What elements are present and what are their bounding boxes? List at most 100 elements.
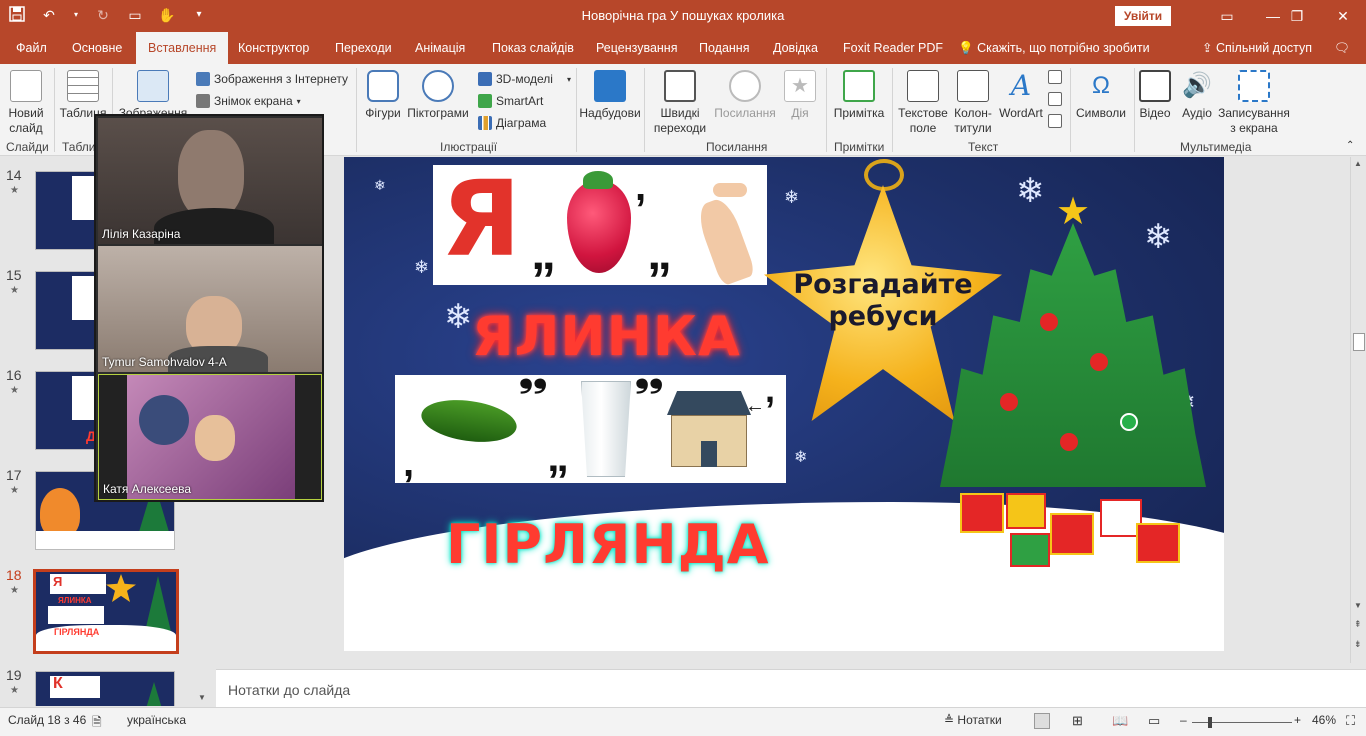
language-indicator[interactable]: українська xyxy=(127,713,186,727)
slide-counter: Слайд 18 з 46 xyxy=(8,713,87,727)
tab-transitions[interactable]: Переходи xyxy=(323,32,404,64)
scroll-down-icon-right[interactable]: ▼ xyxy=(1354,601,1362,610)
participant-video-3[interactable]: Катя Алексеева xyxy=(98,374,322,500)
tab-insert[interactable]: Вставлення xyxy=(136,32,229,64)
close-button[interactable]: ✕ xyxy=(1320,0,1366,32)
rebus-comma-top-right: , xyxy=(765,369,776,410)
slide-17-star-icon: ★ xyxy=(10,485,19,496)
collapse-ribbon-icon[interactable]: ⌃ xyxy=(1346,140,1354,151)
screenshot-button[interactable]: Знімок екрана ▾ xyxy=(196,94,301,108)
tab-home[interactable]: Основне xyxy=(60,32,134,64)
action-label: Дія xyxy=(791,106,809,120)
slide-thumbnail-18[interactable]: Я ЯЛИНКА ГІРЛЯНДА xyxy=(33,569,179,654)
sign-in-button[interactable]: Увійти xyxy=(1115,6,1171,26)
smartart-icon xyxy=(478,94,492,108)
screen-record-label: Записування xyxy=(1218,106,1290,120)
link-button[interactable]: Посилання xyxy=(712,70,778,121)
screen-record-button[interactable]: Записування з екрана xyxy=(1216,70,1292,136)
audio-label: Аудіо xyxy=(1182,106,1212,120)
icons-button[interactable]: Піктограми xyxy=(406,70,470,121)
slide-number-15: 15 xyxy=(6,267,22,283)
notes-toggle-button[interactable]: ≜ Нотатки xyxy=(944,713,1002,727)
share-button[interactable]: ⇪ Спільний доступ xyxy=(1190,32,1324,64)
participant-video-2[interactable]: Tymur Samohvalov 4-A xyxy=(98,246,322,372)
tab-foxit[interactable]: Foxit Reader PDF xyxy=(831,32,955,64)
notes-icon: ≜ xyxy=(944,713,955,727)
tab-animations[interactable]: Анімація xyxy=(403,32,477,64)
scroll-up-icon[interactable]: ▲ xyxy=(1354,159,1362,168)
icons-label: Піктограми xyxy=(407,106,469,120)
fit-to-window-icon[interactable]: ⛶ xyxy=(1346,713,1355,729)
smartart-label: SmartArt xyxy=(496,94,544,108)
slide-number-button[interactable] xyxy=(1048,92,1062,106)
audio-button[interactable]: 🔊 Аудіо xyxy=(1178,70,1216,121)
next-slide-icon[interactable]: ⇟ xyxy=(1354,639,1362,650)
participant-video-1[interactable]: Лілія Казаріна xyxy=(98,118,322,244)
green-bauble xyxy=(1120,413,1138,431)
wordart-button[interactable]: A WordArt xyxy=(996,70,1046,121)
tab-view[interactable]: Подання xyxy=(687,32,761,64)
slideshow-view-icon[interactable]: ▭ xyxy=(1148,713,1160,729)
shapes-button[interactable]: Фігури xyxy=(360,70,406,121)
textbox-button[interactable]: Текстове поле xyxy=(894,70,952,136)
zoom-slider-thumb[interactable] xyxy=(1208,717,1212,728)
share-icon: ⇪ xyxy=(1202,41,1213,55)
zoom-in-button[interactable]: + xyxy=(1294,713,1301,727)
cube-icon xyxy=(478,72,492,86)
slide-sorter-icon[interactable]: ⊞ xyxy=(1072,713,1083,729)
symbols-button[interactable]: Ω Символи xyxy=(1072,70,1130,121)
tab-file[interactable]: Файл xyxy=(4,32,59,64)
header-footer-icon xyxy=(957,70,989,102)
ribbon-display-options-icon[interactable]: ▭ xyxy=(1204,0,1250,32)
video-button[interactable]: Відео xyxy=(1136,70,1174,121)
addins-button[interactable]: Надбудови xyxy=(578,70,642,121)
comments-icon[interactable]: 🗨 xyxy=(1322,32,1362,64)
scroll-thumb[interactable] xyxy=(1353,333,1365,351)
zoom-level[interactable]: 46% xyxy=(1312,713,1336,727)
slide-thumbnail-19[interactable]: К xyxy=(35,671,175,706)
zoom-out-button[interactable]: – xyxy=(1180,713,1187,727)
date-time-button[interactable] xyxy=(1048,70,1062,84)
screenshot-dropdown-icon: ▾ xyxy=(296,96,301,106)
comment-label: Примітка xyxy=(833,106,885,120)
current-slide[interactable]: ❄ ❄ ❄ ❄ ❄ ❄ ❄ ❄ ❄ Я „ , „ ЯЛИНКА , ❟❟ „ … xyxy=(344,157,1224,651)
vertical-scrollbar[interactable]: ▲ ▼ ⇞ ⇟ xyxy=(1350,157,1366,663)
comment-button[interactable]: Примітка xyxy=(830,70,888,121)
quick-links-button[interactable]: Швидкі переходи xyxy=(648,70,712,136)
online-images-button[interactable]: Зображення з Інтернету xyxy=(196,72,348,86)
pictograms-icon xyxy=(422,70,454,102)
snowflake-icon: ❄ xyxy=(444,298,473,336)
3d-models-button[interactable]: 3D-моделі ▾ xyxy=(478,72,571,86)
red-bauble xyxy=(1040,313,1058,331)
cucumber-image xyxy=(418,394,520,448)
gift-box xyxy=(1010,533,1050,567)
header-footer-button[interactable]: Колон- титули xyxy=(950,70,996,136)
reading-view-icon[interactable]: 📖 xyxy=(1112,713,1128,729)
smartart-button[interactable]: SmartArt xyxy=(478,94,543,108)
new-slide-label-2: слайд xyxy=(9,121,43,135)
header-footer-label-2: титули xyxy=(954,121,992,135)
zoom-slider[interactable] xyxy=(1192,722,1292,723)
spellcheck-icon[interactable]: 🗎 xyxy=(92,713,102,734)
chart-button[interactable]: Діаграма xyxy=(478,116,546,130)
tab-design[interactable]: Конструктор xyxy=(226,32,321,64)
participant-name: Tymur Samohvalov 4-A xyxy=(102,355,227,369)
restore-button[interactable]: ❐ xyxy=(1274,0,1320,32)
object-button[interactable] xyxy=(1048,114,1062,128)
gift-box xyxy=(1136,523,1180,563)
normal-view-icon[interactable] xyxy=(1034,713,1050,729)
tab-help[interactable]: Довідка xyxy=(761,32,830,64)
tell-me-box[interactable]: 💡 Скажіть, що потрібно зробити xyxy=(946,32,1162,64)
slide-16-star-icon: ★ xyxy=(10,385,19,396)
previous-slide-icon[interactable]: ⇞ xyxy=(1354,619,1362,630)
tab-slideshow[interactable]: Показ слайдів xyxy=(480,32,586,64)
action-button[interactable]: ★ Дія xyxy=(782,70,818,121)
new-slide-button[interactable]: Новий слайд xyxy=(4,70,48,136)
scroll-down-icon[interactable]: ▼ xyxy=(198,693,206,702)
rebus-quote-mark-3: „ xyxy=(547,432,569,481)
new-slide-icon xyxy=(10,70,42,102)
tab-review[interactable]: Рецензування xyxy=(584,32,689,64)
notes-pane[interactable]: Нотатки до слайда xyxy=(216,669,1366,707)
arrow-left-icon: ← xyxy=(745,395,765,417)
participant-3-face xyxy=(195,415,235,461)
